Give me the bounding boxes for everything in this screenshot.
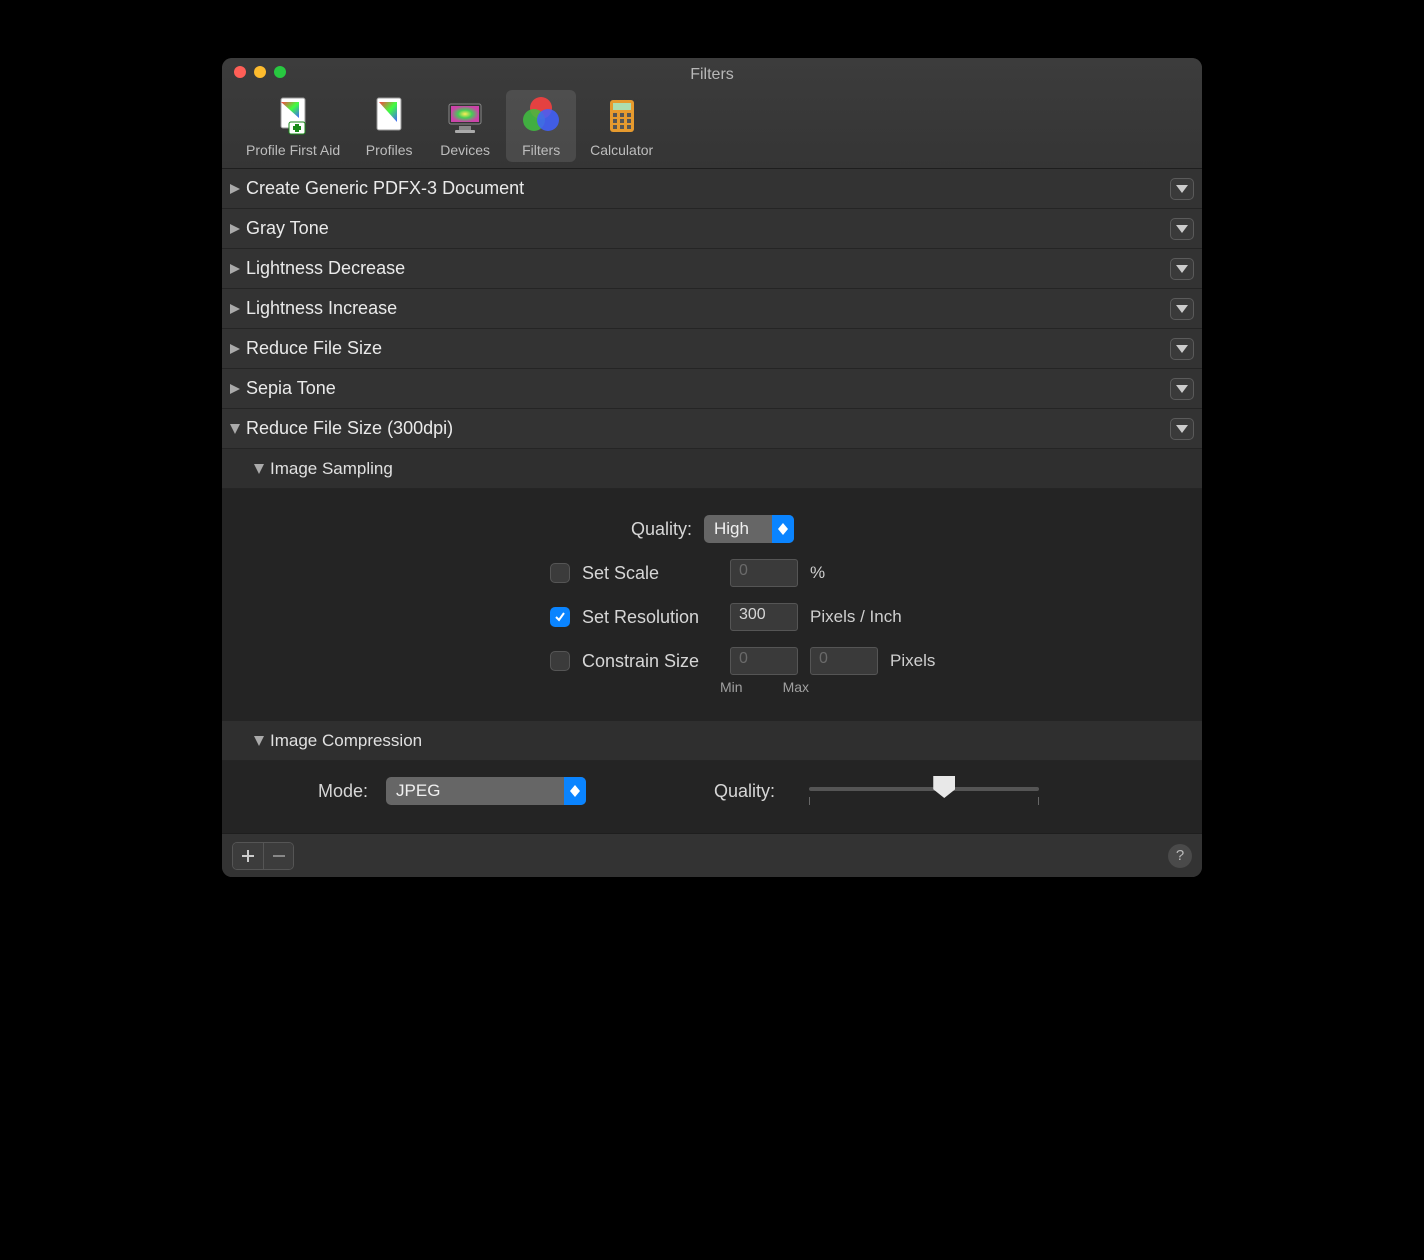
set-scale-label: Set Scale bbox=[582, 563, 720, 584]
slider-thumb-icon[interactable] bbox=[933, 776, 955, 798]
filter-list: Create Generic PDFX-3 Document Gray Tone… bbox=[222, 169, 1202, 833]
minmax-labels: Min Max bbox=[720, 679, 1202, 695]
disclosure-triangle-down-icon[interactable] bbox=[252, 734, 266, 748]
filter-action-button[interactable] bbox=[1170, 418, 1194, 440]
filter-action-button[interactable] bbox=[1170, 338, 1194, 360]
close-button[interactable] bbox=[234, 66, 246, 78]
add-remove-group bbox=[232, 842, 294, 870]
image-compression-panel: Mode: JPEG Quality: bbox=[222, 761, 1202, 833]
remove-button[interactable] bbox=[263, 843, 293, 869]
filters-icon bbox=[519, 94, 563, 138]
set-scale-checkbox[interactable] bbox=[550, 563, 570, 583]
disclosure-triangle-icon[interactable] bbox=[228, 182, 242, 196]
filter-row[interactable]: Create Generic PDFX-3 Document bbox=[222, 169, 1202, 209]
toolbar-item-devices[interactable]: Devices bbox=[430, 90, 500, 162]
filter-action-button[interactable] bbox=[1170, 218, 1194, 240]
section-image-compression[interactable]: Image Compression bbox=[222, 721, 1202, 761]
filter-row-expanded[interactable]: Reduce File Size (300dpi) bbox=[222, 409, 1202, 449]
calculator-icon bbox=[600, 94, 644, 138]
section-image-sampling[interactable]: Image Sampling bbox=[222, 449, 1202, 489]
scale-unit: % bbox=[810, 563, 825, 583]
filter-label: Gray Tone bbox=[246, 218, 329, 239]
disclosure-triangle-icon[interactable] bbox=[228, 222, 242, 236]
min-label: Min bbox=[720, 679, 743, 695]
filter-label: Lightness Decrease bbox=[246, 258, 405, 279]
toolbar-label: Devices bbox=[440, 142, 490, 158]
constrain-min-input[interactable]: 0 bbox=[730, 647, 798, 675]
select-stepper-icon bbox=[564, 777, 586, 805]
filter-action-button[interactable] bbox=[1170, 378, 1194, 400]
quality-slider[interactable] bbox=[809, 777, 1039, 805]
filter-label: Sepia Tone bbox=[246, 378, 336, 399]
toolbar-label: Calculator bbox=[590, 142, 653, 158]
resolution-unit: Pixels / Inch bbox=[810, 607, 902, 627]
slider-ticks bbox=[809, 797, 1039, 805]
window-title: Filters bbox=[234, 66, 1190, 84]
filter-label: Create Generic PDFX-3 Document bbox=[246, 178, 524, 199]
titlebar: Filters Profile First Aid bbox=[222, 58, 1202, 169]
constrain-size-checkbox[interactable] bbox=[550, 651, 570, 671]
toolbar-label: Profile First Aid bbox=[246, 142, 340, 158]
constrain-max-input[interactable]: 0 bbox=[810, 647, 878, 675]
filter-action-button[interactable] bbox=[1170, 178, 1194, 200]
set-resolution-label: Set Resolution bbox=[582, 607, 720, 628]
filter-row[interactable]: Lightness Increase bbox=[222, 289, 1202, 329]
toolbar: Profile First Aid Profiles bbox=[234, 84, 1190, 168]
add-button[interactable] bbox=[233, 843, 263, 869]
mode-value: JPEG bbox=[396, 781, 440, 801]
help-icon: ? bbox=[1176, 847, 1184, 864]
minimize-button[interactable] bbox=[254, 66, 266, 78]
quality-select[interactable]: High bbox=[704, 515, 794, 543]
traffic-lights bbox=[234, 66, 286, 78]
quality-value: High bbox=[714, 519, 749, 539]
constrain-unit: Pixels bbox=[890, 651, 935, 671]
mode-select[interactable]: JPEG bbox=[386, 777, 586, 805]
filter-label: Reduce File Size (300dpi) bbox=[246, 418, 453, 439]
filter-row[interactable]: Reduce File Size bbox=[222, 329, 1202, 369]
toolbar-item-profile-first-aid[interactable]: Profile First Aid bbox=[238, 90, 348, 162]
filter-row[interactable]: Gray Tone bbox=[222, 209, 1202, 249]
max-label: Max bbox=[783, 679, 809, 695]
disclosure-triangle-icon[interactable] bbox=[228, 302, 242, 316]
resolution-input[interactable]: 300 bbox=[730, 603, 798, 631]
constrain-size-label: Constrain Size bbox=[582, 651, 720, 672]
filter-action-button[interactable] bbox=[1170, 298, 1194, 320]
profile-first-aid-icon bbox=[271, 94, 315, 138]
devices-icon bbox=[443, 94, 487, 138]
disclosure-triangle-down-icon[interactable] bbox=[228, 422, 242, 436]
mode-label: Mode: bbox=[318, 781, 368, 802]
window: Filters Profile First Aid bbox=[222, 58, 1202, 877]
compression-quality-label: Quality: bbox=[714, 781, 775, 802]
section-label: Image Sampling bbox=[270, 459, 393, 479]
section-label: Image Compression bbox=[270, 731, 422, 751]
toolbar-item-filters[interactable]: Filters bbox=[506, 90, 576, 162]
quality-label: Quality: bbox=[222, 519, 692, 540]
scale-input[interactable]: 0 bbox=[730, 559, 798, 587]
filter-row[interactable]: Lightness Decrease bbox=[222, 249, 1202, 289]
select-stepper-icon bbox=[772, 515, 794, 543]
profiles-icon bbox=[367, 94, 411, 138]
filter-label: Lightness Increase bbox=[246, 298, 397, 319]
toolbar-label: Filters bbox=[522, 142, 560, 158]
help-button[interactable]: ? bbox=[1168, 844, 1192, 868]
disclosure-triangle-down-icon[interactable] bbox=[252, 462, 266, 476]
filter-row[interactable]: Sepia Tone bbox=[222, 369, 1202, 409]
image-sampling-panel: Quality: High Set Scal bbox=[222, 489, 1202, 721]
filter-label: Reduce File Size bbox=[246, 338, 382, 359]
disclosure-triangle-icon[interactable] bbox=[228, 382, 242, 396]
filter-action-button[interactable] bbox=[1170, 258, 1194, 280]
disclosure-triangle-icon[interactable] bbox=[228, 262, 242, 276]
toolbar-item-profiles[interactable]: Profiles bbox=[354, 90, 424, 162]
footer: ? bbox=[222, 833, 1202, 877]
set-resolution-checkbox[interactable] bbox=[550, 607, 570, 627]
disclosure-triangle-icon[interactable] bbox=[228, 342, 242, 356]
zoom-button[interactable] bbox=[274, 66, 286, 78]
toolbar-item-calculator[interactable]: Calculator bbox=[582, 90, 661, 162]
toolbar-label: Profiles bbox=[366, 142, 413, 158]
